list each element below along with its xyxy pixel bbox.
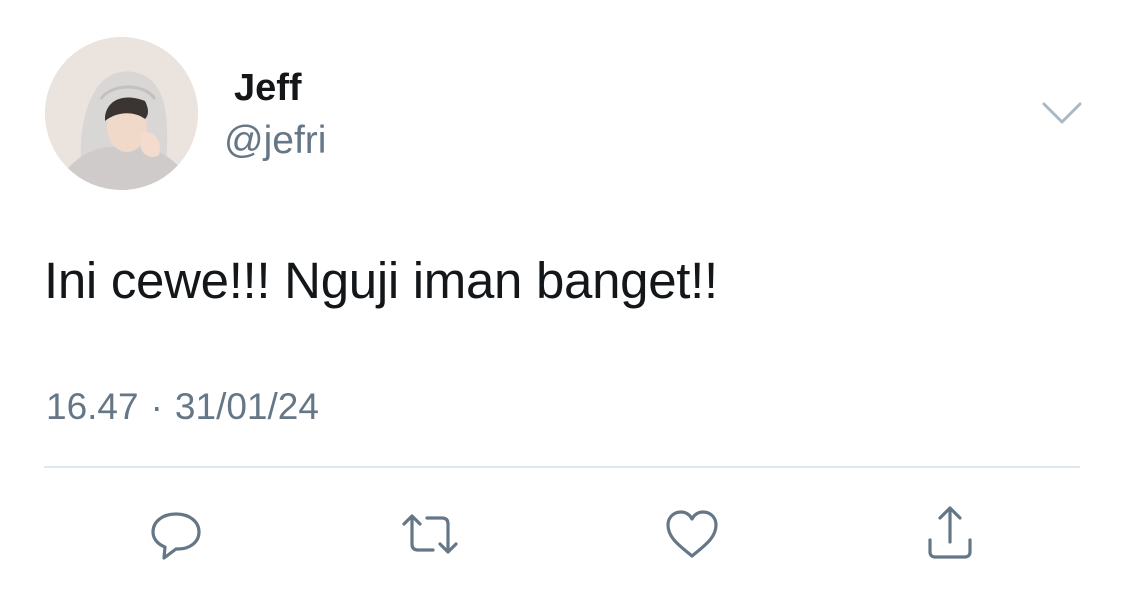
tweet-time: 16.47 [46, 386, 139, 427]
reply-button[interactable] [146, 504, 206, 564]
retweet-icon [402, 514, 458, 554]
avatar-image [45, 37, 198, 190]
share-button[interactable] [920, 504, 980, 564]
avatar[interactable] [45, 37, 198, 190]
tweet-date: 31/01/24 [174, 386, 319, 427]
tweet-timestamp[interactable]: 16.47 · 31/01/24 [46, 384, 319, 430]
author-handle[interactable]: @jefri [224, 118, 326, 164]
tweet-text: Ini cewe!!! Nguji iman banget!! [44, 252, 718, 309]
share-icon [928, 506, 972, 559]
divider [44, 466, 1080, 468]
reply-icon [151, 512, 201, 560]
chevron-down-icon[interactable] [1040, 96, 1084, 132]
tweet-card: Jeff @jefri Ini cewe!!! Nguji iman bange… [0, 0, 1125, 601]
author-display-name[interactable]: Jeff [234, 66, 302, 110]
meta-separator: · [150, 386, 163, 427]
retweet-button[interactable] [400, 504, 460, 564]
heart-icon [666, 510, 718, 558]
like-button[interactable] [662, 504, 722, 564]
